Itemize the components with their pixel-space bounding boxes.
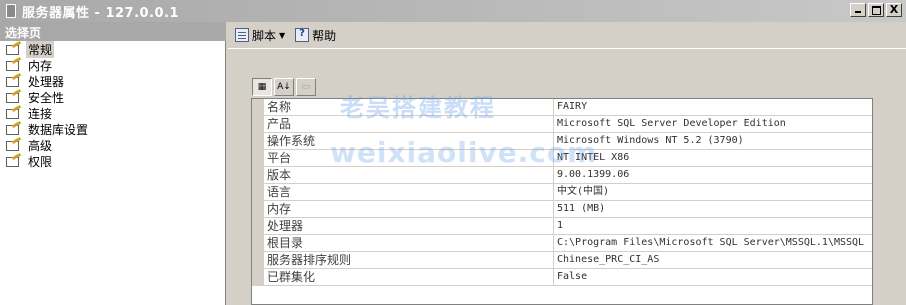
property-value[interactable]: False	[554, 269, 872, 285]
close-button[interactable]: X	[886, 3, 902, 17]
property-value[interactable]: 511 (MB)	[554, 201, 872, 217]
property-value[interactable]: Microsoft SQL Server Developer Edition	[554, 116, 872, 132]
page-item[interactable]: 数据库设置	[0, 121, 225, 137]
property-row[interactable]: 平台 NT INTEL X86	[252, 150, 872, 167]
property-name: 服务器排序规则	[264, 252, 554, 268]
property-pages-button[interactable]: ▭	[296, 78, 316, 96]
property-value[interactable]: Microsoft Windows NT 5.2 (3790)	[554, 133, 872, 149]
alphabetical-sort-button[interactable]: A↓	[274, 78, 294, 96]
page-wrench-icon	[6, 139, 22, 151]
page-wrench-icon	[6, 155, 22, 167]
row-gutter	[252, 133, 264, 149]
select-page-header: 选择页	[0, 22, 226, 41]
property-row[interactable]: 名称 FAIRY	[252, 99, 872, 116]
property-grid-toolbar: ▦ A↓ ▭	[252, 77, 316, 97]
page-item-label: 数据库设置	[28, 122, 89, 137]
title-bar: 服务器属性 - 127.0.0.1 X	[0, 0, 906, 22]
window-title: 服务器属性 - 127.0.0.1	[22, 5, 180, 21]
page-list: 常规 内存 处理器 安全性 连接 数据库设置 高级 权限	[0, 40, 226, 305]
categorized-view-button[interactable]: ▦	[252, 78, 272, 96]
property-value[interactable]: 中文(中国)	[554, 184, 872, 200]
row-gutter	[252, 269, 264, 285]
property-row[interactable]: 处理器 1	[252, 218, 872, 235]
page-wrench-icon	[6, 91, 22, 103]
page-item-label: 权限	[28, 154, 53, 169]
property-name: 版本	[264, 167, 554, 183]
script-label: 脚本	[252, 28, 277, 43]
page-item-label: 处理器	[28, 74, 65, 89]
property-name: 已群集化	[264, 269, 554, 285]
help-button[interactable]: 帮助	[292, 26, 339, 45]
property-name: 内存	[264, 201, 554, 217]
row-gutter	[252, 116, 264, 132]
page-item-label: 安全性	[28, 90, 65, 105]
page-item-label: 高级	[28, 138, 53, 153]
script-icon	[235, 28, 249, 42]
property-row[interactable]: 产品 Microsoft SQL Server Developer Edition	[252, 116, 872, 133]
page-wrench-icon	[6, 75, 22, 87]
minimize-button[interactable]	[850, 3, 866, 17]
page-wrench-icon	[6, 59, 22, 71]
property-row[interactable]: 版本 9.00.1399.06	[252, 167, 872, 184]
page-item[interactable]: 常规	[0, 40, 225, 58]
help-icon	[295, 28, 310, 42]
page-item-label: 连接	[28, 106, 53, 121]
toolbar-divider	[228, 48, 906, 49]
row-gutter	[252, 201, 264, 217]
row-gutter	[252, 235, 264, 251]
window-icon	[6, 4, 16, 18]
page-item[interactable]: 内存	[0, 57, 225, 73]
property-row[interactable]: 已群集化 False	[252, 269, 872, 286]
property-row[interactable]: 服务器排序规则 Chinese_PRC_CI_AS	[252, 252, 872, 269]
row-gutter	[252, 184, 264, 200]
dropdown-arrow-icon[interactable]: ▼	[279, 31, 285, 40]
script-button[interactable]: 脚本 ▼	[232, 26, 288, 45]
page-item[interactable]: 高级	[0, 137, 225, 153]
property-name: 产品	[264, 116, 554, 132]
help-label: 帮助	[312, 28, 337, 43]
property-row[interactable]: 内存 511 (MB)	[252, 201, 872, 218]
page-item[interactable]: 处理器	[0, 73, 225, 89]
row-gutter	[252, 252, 264, 268]
page-item[interactable]: 连接	[0, 105, 225, 121]
property-value[interactable]: 1	[554, 218, 872, 234]
maximize-button[interactable]	[868, 3, 884, 17]
page-item-label: 内存	[28, 58, 53, 73]
page-wrench-icon	[6, 43, 22, 55]
page-wrench-icon	[6, 123, 22, 135]
row-gutter	[252, 218, 264, 234]
property-value[interactable]: 9.00.1399.06	[554, 167, 872, 183]
row-gutter	[252, 99, 264, 115]
row-gutter	[252, 167, 264, 183]
page-item-label: 常规	[26, 40, 55, 58]
property-grid: 名称 FAIRY 产品 Microsoft SQL Server Developer …	[251, 98, 873, 305]
main-toolbar: 脚本 ▼ 帮助	[228, 22, 906, 48]
property-name: 平台	[264, 150, 554, 166]
property-name: 语言	[264, 184, 554, 200]
property-row[interactable]: 语言 中文(中国)	[252, 184, 872, 201]
property-value[interactable]: NT INTEL X86	[554, 150, 872, 166]
property-value[interactable]: C:\Program Files\Microsoft SQL Server\MS…	[554, 235, 872, 251]
property-row[interactable]: 操作系统 Microsoft Windows NT 5.2 (3790)	[252, 133, 872, 150]
page-wrench-icon	[6, 107, 22, 119]
property-name: 操作系统	[264, 133, 554, 149]
page-item[interactable]: 安全性	[0, 89, 225, 105]
property-value[interactable]: Chinese_PRC_CI_AS	[554, 252, 872, 268]
row-gutter	[252, 150, 264, 166]
window-controls: X	[850, 3, 902, 17]
property-name: 根目录	[264, 235, 554, 251]
page-item[interactable]: 权限	[0, 153, 225, 169]
property-name: 名称	[264, 99, 554, 115]
property-row[interactable]: 根目录 C:\Program Files\Microsoft SQL Server…	[252, 235, 872, 252]
property-name: 处理器	[264, 218, 554, 234]
property-value[interactable]: FAIRY	[554, 99, 872, 115]
